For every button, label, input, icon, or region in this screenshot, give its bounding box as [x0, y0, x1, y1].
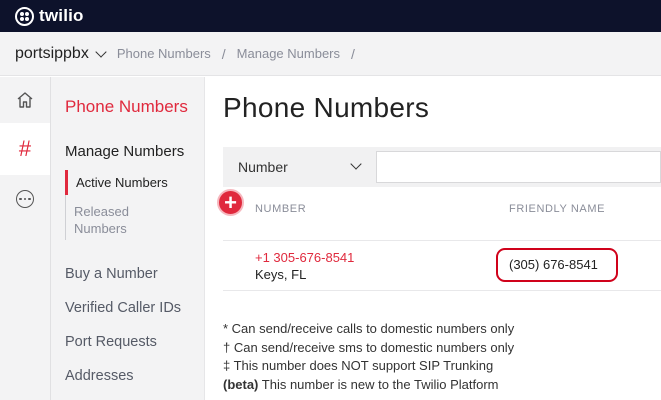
legend-line: (beta) This number is new to the Twilio …	[223, 376, 514, 395]
breadcrumb-separator: /	[351, 45, 355, 62]
column-header-friendly-name[interactable]: FRIENDLY NAME	[509, 203, 605, 215]
account-name[interactable]: portsippbx	[15, 45, 89, 63]
divider	[223, 290, 661, 291]
subnav-item-buy-a-number[interactable]: Buy a Number	[65, 266, 158, 282]
released-label-line1: Released	[74, 204, 129, 219]
twilio-logo-icon[interactable]	[15, 6, 34, 26]
main-content: Phone Numbers Number + NUMBER FRIENDLY N…	[206, 77, 661, 400]
sub-navigation: Phone Numbers Manage Numbers Active Numb…	[51, 77, 205, 400]
chevron-down-icon	[350, 158, 362, 170]
subnav-item-verified-caller-ids[interactable]: Verified Caller IDs	[65, 300, 181, 316]
logo-text[interactable]: twilio	[39, 6, 84, 26]
chevron-down-icon[interactable]	[95, 45, 107, 58]
subnav-item-port-requests[interactable]: Port Requests	[65, 334, 157, 350]
phone-number-location: Keys, FL	[255, 267, 307, 282]
phone-number-link[interactable]: +1 305-676-8541	[255, 250, 354, 265]
subnav-item-active-numbers[interactable]: Active Numbers	[65, 170, 185, 195]
legend-line: † Can send/receive sms to domestic numbe…	[223, 339, 515, 355]
breadcrumb-separator: /	[221, 45, 226, 62]
breadcrumb-manage-numbers[interactable]: Manage Numbers	[237, 46, 340, 61]
legend-line: * Can send/receive calls to domestic num…	[223, 321, 515, 336]
filter-field-select[interactable]: Number	[230, 152, 376, 182]
subnav-manage-numbers[interactable]: Manage Numbers	[65, 143, 184, 160]
column-header-number[interactable]: NUMBER	[255, 203, 306, 215]
capabilities-legend: * Can send/receive calls to domestic num…	[223, 320, 514, 394]
add-number-button[interactable]: +	[217, 189, 244, 216]
beta-label: (beta)	[223, 376, 259, 392]
home-icon	[17, 92, 33, 108]
breadcrumb-phone-numbers[interactable]: Phone Numbers	[117, 46, 211, 61]
subnav-item-released-numbers[interactable]: Released Numbers	[74, 203, 129, 237]
phone-numbers-button[interactable]: #	[0, 123, 50, 175]
top-bar: twilio	[0, 0, 661, 32]
page-title: Phone Numbers	[223, 92, 430, 123]
filter-select-value: Number	[238, 159, 288, 175]
beta-description: This number is new to the Twilio Platfor…	[258, 376, 499, 392]
filter-bar: Number	[223, 147, 661, 187]
more-button[interactable]	[0, 175, 50, 223]
home-button[interactable]	[0, 77, 50, 123]
icon-rail: #	[0, 77, 51, 400]
released-label-line2: Numbers	[74, 221, 127, 236]
breadcrumb: portsippbx Phone Numbers / Manage Number…	[0, 32, 661, 76]
subnav-item-addresses[interactable]: Addresses	[65, 368, 134, 384]
more-icon	[16, 190, 34, 208]
legend-line: ‡ This number does NOT support SIP Trunk…	[223, 358, 494, 373]
friendly-name-cell: (305) 676-8541	[496, 248, 618, 282]
manage-numbers-subtree: Active Numbers Released Numbers	[65, 170, 200, 240]
subnav-title[interactable]: Phone Numbers	[65, 97, 188, 117]
filter-input[interactable]	[376, 151, 661, 183]
hash-icon: #	[18, 136, 32, 161]
divider	[223, 240, 661, 241]
